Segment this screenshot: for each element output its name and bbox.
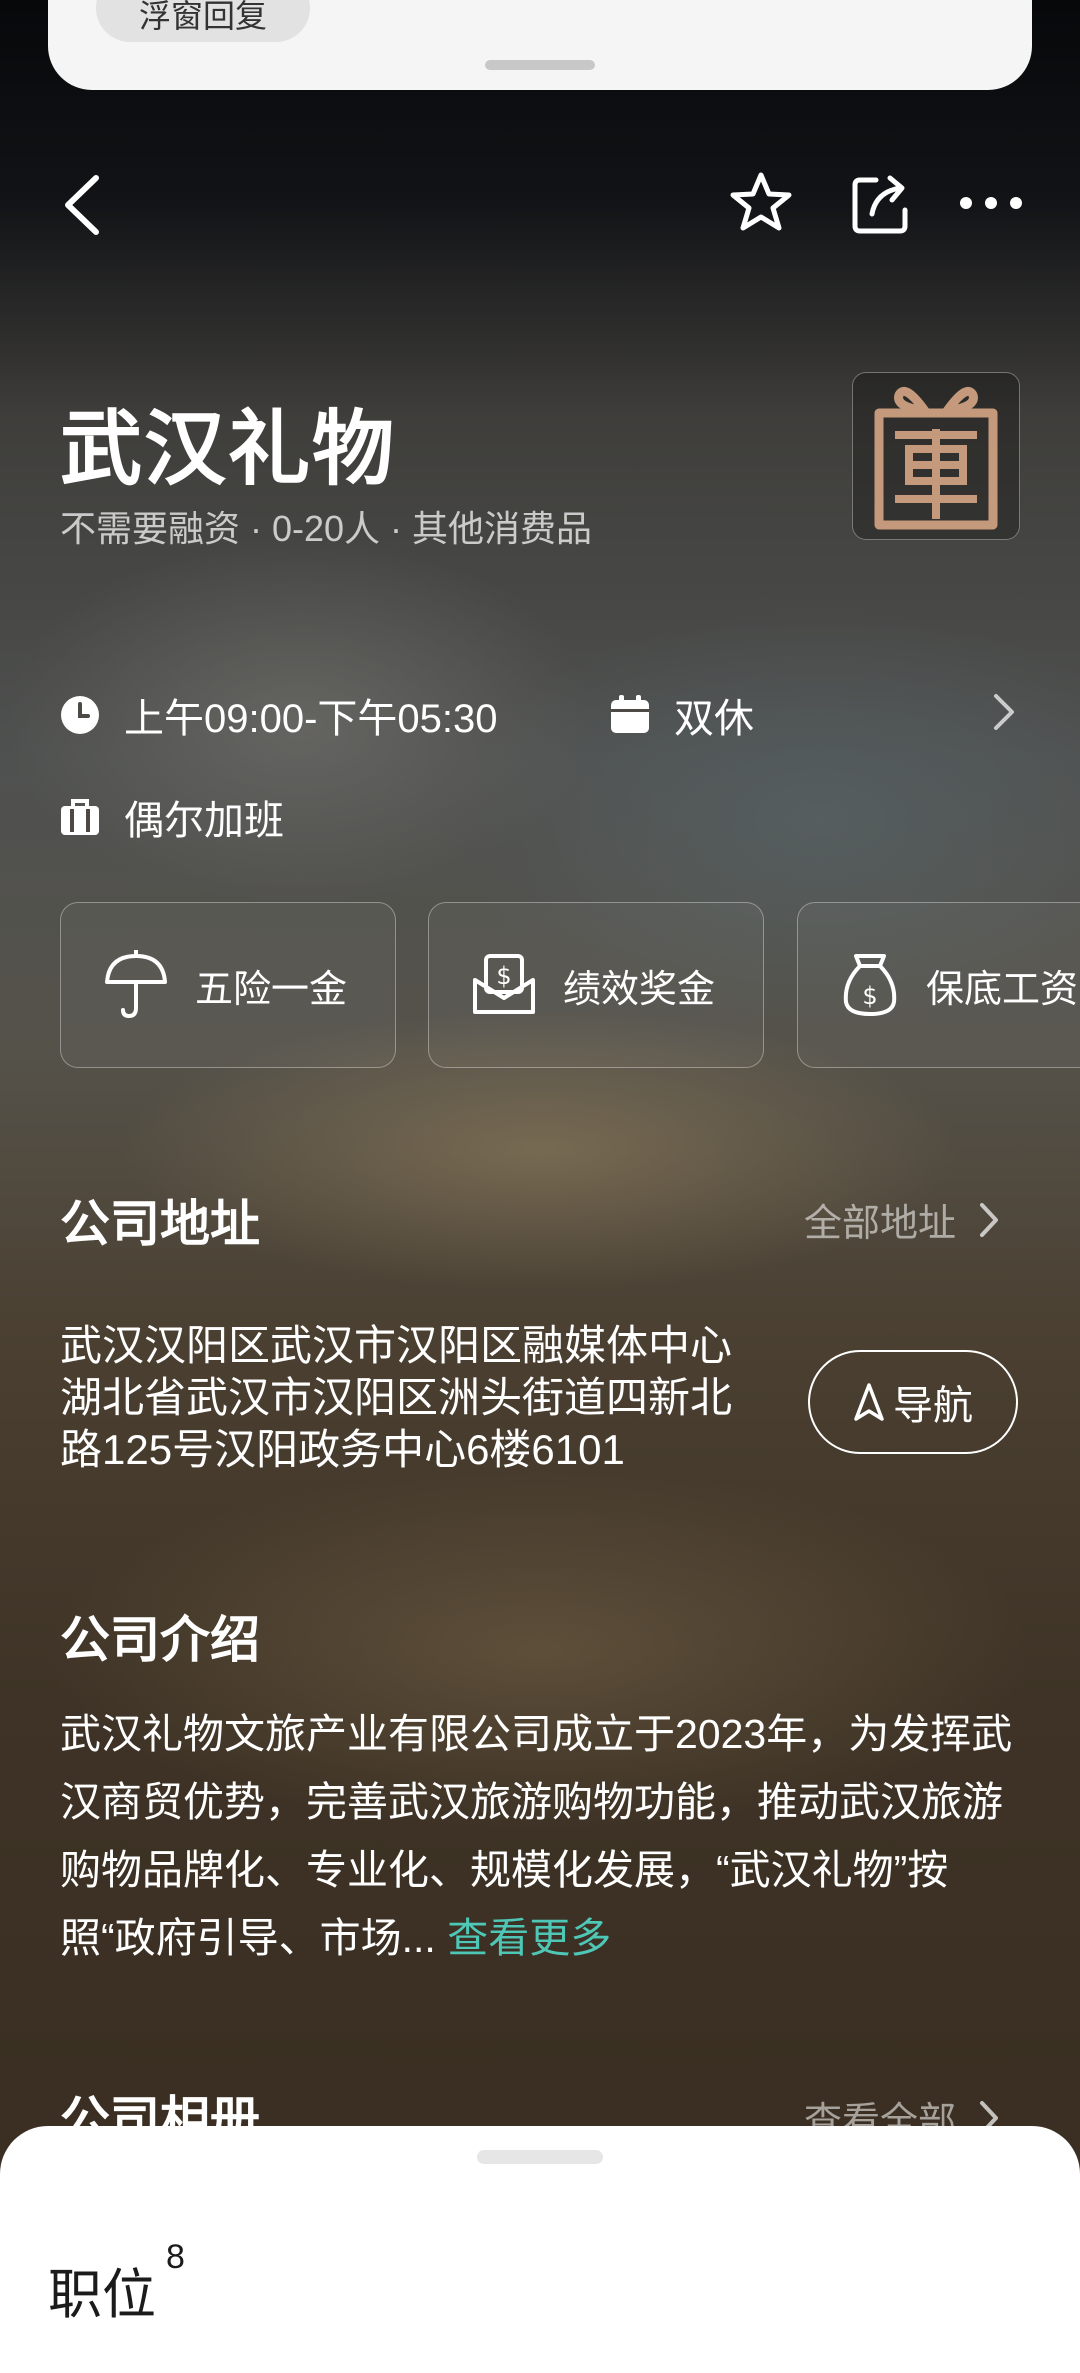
- benefit-card[interactable]: $ 保底工资: [797, 902, 1080, 1068]
- all-addresses-link[interactable]: 全部地址: [804, 1192, 1000, 1247]
- svg-text:$: $: [496, 962, 511, 990]
- navigate-button[interactable]: 导航: [808, 1350, 1018, 1454]
- share-icon[interactable]: [850, 170, 914, 241]
- chevron-right-icon[interactable]: [992, 692, 1016, 737]
- company-address: 武汉汉阳区武汉市汉阳区融媒体中心湖北省武汉市汉阳区洲头街道四新北路125号汉阳政…: [60, 1322, 733, 1473]
- money-bag-icon: $: [843, 954, 897, 1016]
- umbrella-icon: [105, 950, 167, 1019]
- company-name: 武汉礼物: [60, 404, 397, 495]
- overtime: 偶尔加班: [124, 799, 284, 843]
- company-intro: 武汉礼物文旅产业有限公司成立于2023年，为发挥武汉商贸优势，完善武汉旅游购物功…: [60, 1700, 1032, 1972]
- more-icon[interactable]: [958, 188, 1024, 223]
- all-addresses-label: 全部地址: [804, 1203, 957, 1245]
- benefit-label: 五险一金: [195, 968, 348, 1011]
- svg-text:$: $: [862, 982, 877, 1010]
- benefit-card[interactable]: $ 绩效奖金: [428, 902, 764, 1068]
- briefcase-icon: [60, 797, 100, 837]
- intro-section-title: 公司介绍: [60, 1612, 260, 1668]
- work-hours-row: 上午09:00-下午05:30: [60, 686, 498, 744]
- company-tags: 不需要融资 · 0-20人 · 其他消费品: [60, 508, 593, 549]
- benefit-label: 绩效奖金: [563, 968, 716, 1011]
- address-section-title: 公司地址: [60, 1196, 260, 1252]
- view-more-link[interactable]: 查看更多: [447, 1915, 611, 1961]
- notification-handle[interactable]: [485, 60, 595, 70]
- star-icon[interactable]: [728, 170, 794, 241]
- company-logo: [852, 372, 1020, 540]
- jobs-bottom-sheet[interactable]: 职位 8: [0, 2126, 1080, 2373]
- rest-type: 双休: [674, 697, 754, 741]
- rest-row: 双休: [610, 686, 754, 744]
- float-reply-button[interactable]: 浮窗回复: [96, 0, 310, 42]
- jobs-title: 职位: [48, 2265, 156, 2325]
- jobs-count: 8: [166, 2238, 185, 2276]
- money-envelope-icon: $: [473, 954, 535, 1014]
- notification-card[interactable]: 浮窗回复: [48, 0, 1032, 90]
- back-icon[interactable]: [58, 170, 108, 245]
- overtime-row: 偶尔加班: [60, 788, 284, 846]
- calendar-icon: [610, 695, 650, 735]
- navigate-label: 导航: [893, 1384, 973, 1428]
- benefit-card[interactable]: 五险一金: [60, 902, 396, 1068]
- sheet-handle[interactable]: [477, 2150, 603, 2164]
- work-hours: 上午09:00-下午05:30: [124, 697, 498, 741]
- clock-icon: [60, 695, 100, 735]
- chevron-right-icon: [980, 1202, 999, 1237]
- benefit-label: 保底工资: [926, 968, 1079, 1011]
- navigation-arrow-icon: [854, 1383, 884, 1421]
